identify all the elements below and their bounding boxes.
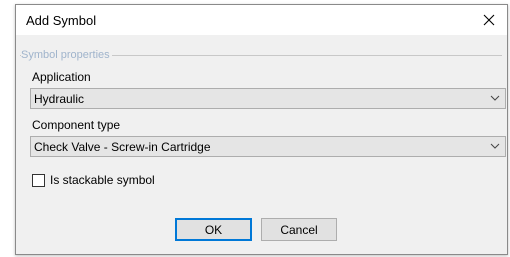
chevron-down-icon [490, 95, 500, 101]
application-dropdown[interactable]: Hydraulic [30, 88, 506, 109]
component-type-value: Check Valve - Screw-in Cartridge [34, 140, 211, 154]
title-bar: Add Symbol [16, 5, 507, 35]
dialog-body: Symbol properties Application Hydraulic … [16, 35, 507, 254]
ok-button[interactable]: OK [175, 218, 252, 241]
close-button[interactable] [471, 5, 507, 35]
close-icon [483, 14, 495, 26]
stackable-checkbox-row[interactable]: Is stackable symbol [32, 172, 155, 188]
cancel-button[interactable]: Cancel [261, 218, 337, 241]
component-type-label: Component type [32, 118, 121, 132]
stackable-checkbox[interactable] [32, 173, 45, 187]
stackable-checkbox-label: Is stackable symbol [50, 173, 155, 187]
dialog-title: Add Symbol [26, 13, 97, 28]
group-caption: Symbol properties [21, 49, 112, 61]
chevron-down-icon [490, 143, 500, 149]
component-type-dropdown[interactable]: Check Valve - Screw-in Cartridge [30, 136, 506, 157]
application-label: Application [32, 70, 91, 84]
application-value: Hydraulic [34, 92, 85, 106]
add-symbol-dialog: Add Symbol Symbol properties Application… [15, 4, 508, 255]
